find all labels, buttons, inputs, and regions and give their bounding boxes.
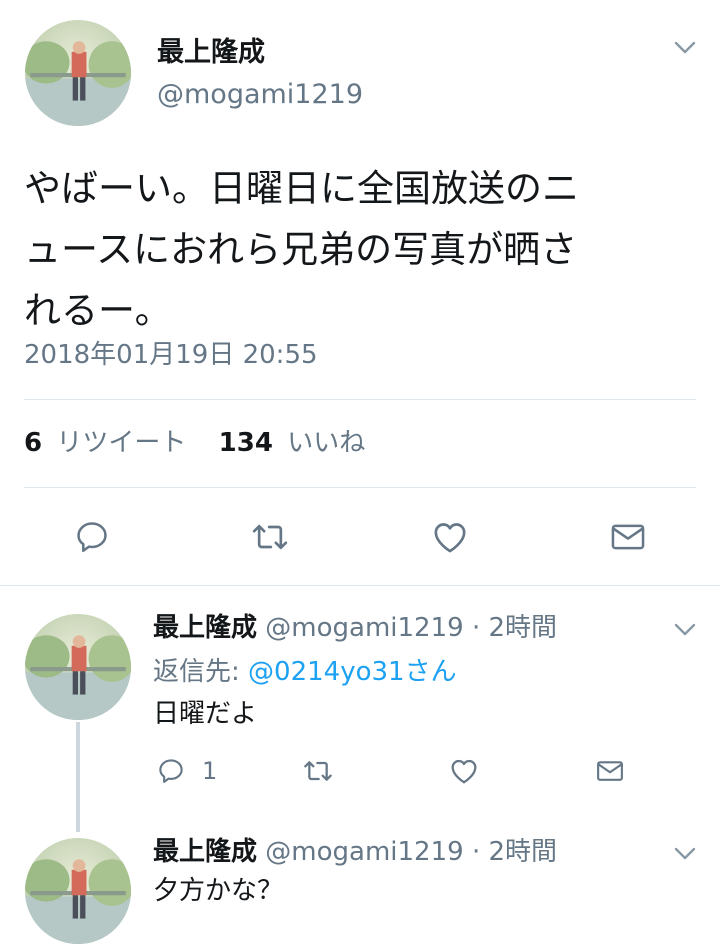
display-name[interactable]: 最上隆成: [153, 613, 257, 643]
handle[interactable]: @mogami1219: [265, 837, 463, 867]
display-name[interactable]: 最上隆成: [157, 36, 265, 70]
like-count[interactable]: 134: [219, 428, 273, 458]
display-name[interactable]: 最上隆成: [153, 837, 257, 867]
reply-to-label: 返信先:: [153, 657, 249, 687]
chevron-down-icon[interactable]: [670, 36, 700, 60]
avatar[interactable]: [25, 614, 131, 720]
reply-text: 夕方かな？: [153, 876, 284, 906]
handle[interactable]: @mogami1219: [265, 613, 463, 643]
like-label[interactable]: いいね: [287, 428, 365, 458]
divider: [24, 487, 696, 488]
reply-header: 最上隆成 @mogami1219 · 2時間: [153, 611, 557, 645]
relative-time[interactable]: · 2時間: [472, 613, 557, 643]
handle[interactable]: @mogami1219: [157, 78, 363, 112]
reply-count[interactable]: 1: [202, 756, 217, 786]
avatar[interactable]: [25, 20, 131, 126]
reply-text: 日曜だよ: [153, 699, 258, 729]
divider: [24, 399, 696, 400]
tweet-text-line: れるー。: [24, 289, 172, 332]
retweet-icon[interactable]: [248, 515, 292, 559]
timestamp[interactable]: 2018年01月19日 20:55: [24, 338, 318, 372]
reply-icon[interactable]: [70, 515, 114, 559]
mail-icon[interactable]: [592, 754, 628, 788]
thread-line: [76, 722, 80, 832]
divider: [0, 585, 720, 586]
tweet-text-line: やばーい。日曜日に全国放送のニ: [24, 167, 579, 210]
avatar[interactable]: [25, 838, 131, 944]
heart-icon[interactable]: [428, 515, 472, 559]
retweet-icon[interactable]: [300, 754, 336, 788]
relative-time[interactable]: · 2時間: [472, 837, 557, 867]
reply-to-user-link[interactable]: @0214yo31さん: [248, 657, 457, 687]
reply-to: 返信先: @0214yo31さん: [153, 655, 457, 689]
tweet-text-line: ュースにおれら兄弟の写真が晒さ: [24, 228, 578, 271]
retweet-count[interactable]: 6: [24, 428, 42, 458]
retweet-label[interactable]: リツイート: [56, 428, 186, 458]
tweet-text: やばーい。日曜日に全国放送のニ ュースにおれら兄弟の写真が晒さ れるー。: [24, 158, 579, 341]
heart-icon[interactable]: [446, 754, 482, 788]
mail-icon[interactable]: [606, 515, 650, 559]
chevron-down-icon[interactable]: [670, 842, 700, 866]
engagement-stats: 6 リツイート 134 いいね: [24, 426, 365, 460]
chevron-down-icon[interactable]: [670, 618, 700, 642]
reply-icon[interactable]: [153, 754, 189, 788]
reply-header: 最上隆成 @mogami1219 · 2時間: [153, 835, 557, 869]
